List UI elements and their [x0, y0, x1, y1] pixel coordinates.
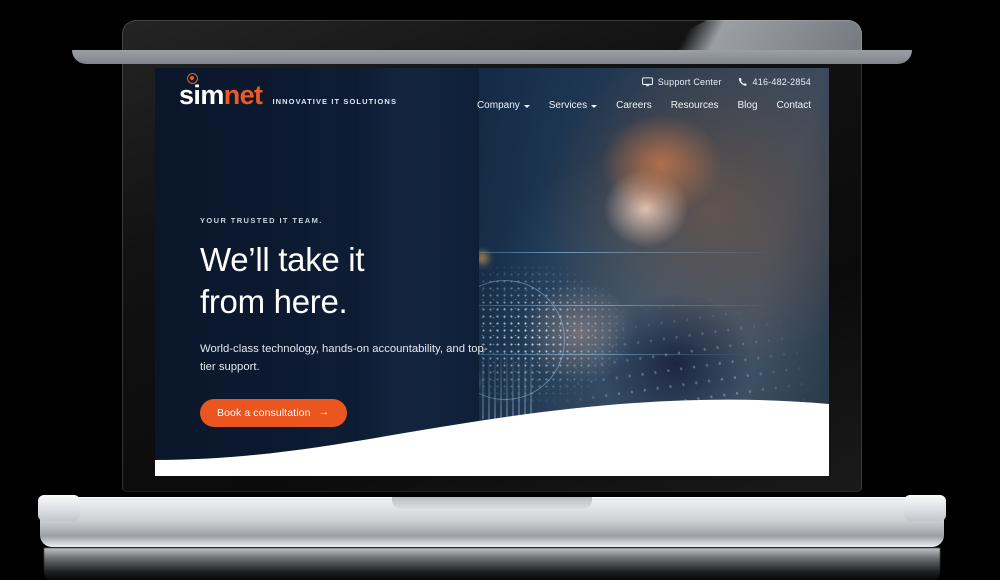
arrow-right-icon: → [318, 406, 330, 419]
nav-label: Careers [616, 100, 652, 111]
logo-wordmark: simnet [179, 80, 263, 110]
phone-icon [738, 77, 747, 86]
nav-item-blog[interactable]: Blog [738, 100, 758, 111]
nav-item-careers[interactable]: Careers [616, 100, 652, 111]
monitor-icon [641, 77, 653, 87]
website-viewport: simnet INNOVATIVE IT SOLUTIONS Support C… [155, 68, 829, 476]
phone-link[interactable]: 416-482-2854 [738, 77, 811, 87]
chevron-down-icon [591, 104, 598, 108]
laptop-screen: simnet INNOVATIVE IT SOLUTIONS Support C… [155, 68, 829, 476]
hero-content: YOUR TRUSTED IT TEAM. We’ll take it from… [200, 216, 530, 427]
nav-item-company[interactable]: Company [477, 100, 530, 111]
base-left-cap [38, 495, 80, 521]
laptop-reflection [44, 548, 940, 580]
support-center-label: Support Center [657, 77, 722, 87]
logo-mark-wrap: simnet [179, 73, 263, 110]
phone-number-label: 416-482-2854 [752, 77, 811, 87]
nav-label: Blog [737, 100, 758, 111]
nav-label: Services [548, 100, 588, 111]
main-navigation: Company Services Careers Resources Blog … [477, 100, 811, 111]
nav-label: Resources [670, 100, 719, 111]
support-center-link[interactable]: Support Center [641, 77, 722, 87]
site-logo[interactable]: simnet INNOVATIVE IT SOLUTIONS [179, 73, 398, 110]
hero-eyebrow: YOUR TRUSTED IT TEAM. [200, 216, 323, 225]
laptop-lid: simnet INNOVATIVE IT SOLUTIONS Support C… [122, 20, 862, 492]
logo-text-net: net [223, 80, 263, 110]
nav-item-contact[interactable]: Contact [777, 100, 811, 111]
nav-item-resources[interactable]: Resources [671, 100, 719, 111]
chevron-down-icon [523, 104, 530, 108]
laptop-base [38, 495, 946, 547]
logo-text-sim: sim [179, 80, 224, 110]
base-notch [392, 497, 592, 509]
nav-label: Contact [776, 100, 811, 111]
hero-subtext: World-class technology, hands-on account… [200, 343, 488, 374]
utility-bar: Support Center 416-482-2854 [641, 77, 811, 87]
laptop-foot [72, 50, 912, 64]
book-consultation-button[interactable]: Book a consultation → [200, 398, 347, 427]
cta-label: Book a consultation [217, 406, 311, 419]
screenshot-stage: simnet INNOVATIVE IT SOLUTIONS Support C… [0, 0, 1000, 580]
logo-tagline: INNOVATIVE IT SOLUTIONS [272, 97, 398, 106]
hero-headline-line1: We’ll take it [200, 241, 365, 278]
nav-label: Company [476, 100, 520, 111]
base-right-cap [904, 495, 946, 521]
hero-headline-line2: from here. [200, 282, 348, 320]
nav-item-services[interactable]: Services [548, 100, 598, 111]
target-circle-icon [187, 73, 198, 84]
hero-headline: We’ll take it from here. [200, 239, 530, 322]
